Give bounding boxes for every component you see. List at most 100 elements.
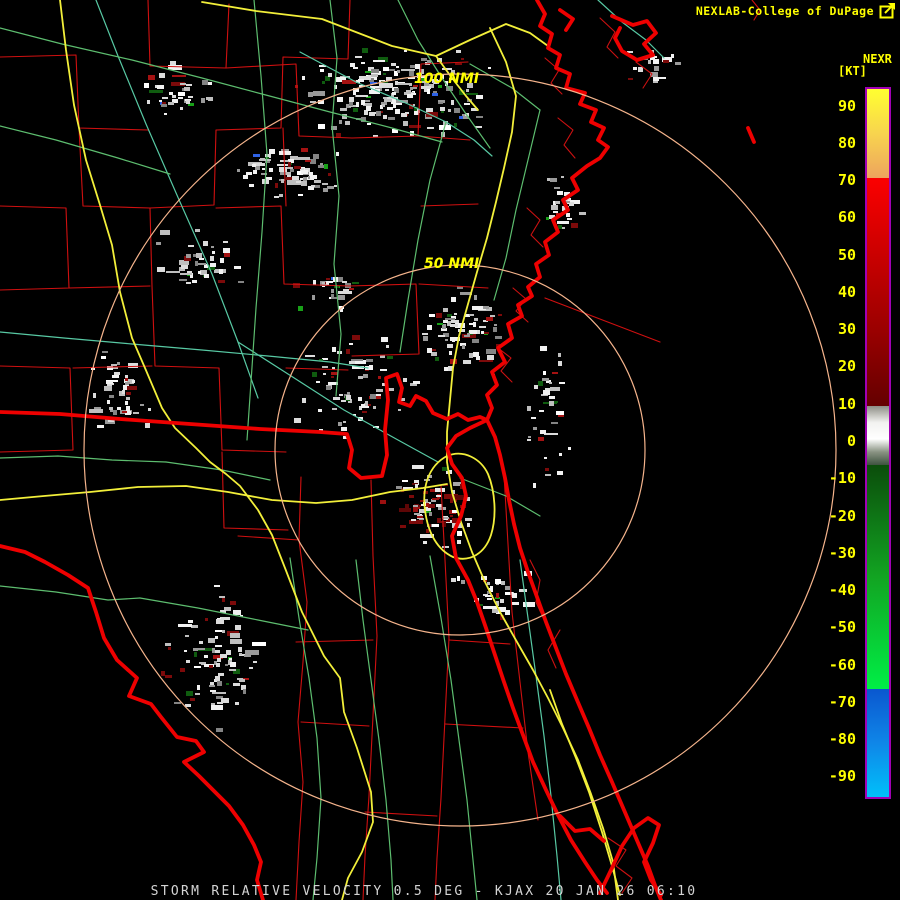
echo-pixel [147, 100, 150, 104]
echo-pixel [281, 179, 284, 183]
echo-pixel [293, 283, 300, 288]
echo-pixel [194, 666, 201, 668]
echo-pixel [253, 170, 257, 174]
echo-pixel [385, 89, 389, 91]
echo-pixel [545, 474, 551, 476]
echo-pixel [157, 267, 165, 272]
echo-pixel [180, 83, 186, 85]
echo-pixel [165, 675, 172, 678]
echo-pixel [551, 205, 558, 210]
road-yellow [201, 1, 549, 57]
echo-pixel [170, 61, 176, 65]
echo-pixel [157, 85, 164, 89]
echo-pixel [212, 692, 226, 694]
echo-pixel [479, 326, 486, 328]
echo-pixel [294, 418, 301, 423]
echo-pixel [397, 70, 400, 73]
echo-pixel [301, 170, 308, 174]
echo-pixel [172, 95, 176, 98]
coast-detail [635, 61, 653, 89]
echo-pixel [133, 412, 139, 414]
echo-pixel [382, 104, 385, 107]
echo-pixel [197, 685, 200, 690]
echo-pixel [423, 541, 427, 544]
echo-pixel [331, 376, 334, 378]
echo-pixel [312, 372, 317, 377]
echo-pixel [219, 596, 225, 598]
echo-pixel [328, 173, 331, 176]
echo-pixel [558, 225, 562, 229]
echo-pixel [159, 100, 162, 102]
echo-pixel [353, 67, 358, 69]
echo-pixel [356, 95, 368, 97]
echo-pixel [336, 133, 341, 137]
echo-pixel [106, 381, 113, 384]
echo-pixel [383, 67, 389, 71]
echo-pixel [174, 702, 181, 704]
echo-pixel [126, 397, 130, 400]
echo-pixel [403, 378, 407, 382]
echo-pixel [466, 93, 478, 95]
echo-pixel [540, 346, 547, 351]
echo-pixel [512, 593, 517, 598]
echo-pixel [469, 330, 477, 334]
echo-pixel [172, 75, 186, 77]
echo-pixel [358, 376, 363, 379]
echo-pixel [318, 409, 322, 412]
echo-pixel [199, 258, 204, 260]
state-coast-thick [0, 372, 489, 480]
echo-pixel [216, 663, 220, 667]
echo-pixel [473, 322, 476, 327]
echo-pixel [253, 154, 260, 157]
echo-pixel [331, 372, 338, 375]
echo-pixel [628, 78, 633, 80]
echo-pixel [166, 271, 180, 273]
echo-pixel [533, 483, 536, 488]
colorbar-tick: -60 [828, 655, 856, 674]
echo-pixel [217, 681, 222, 686]
echo-pixel [313, 280, 316, 285]
echo-pixel [396, 66, 399, 68]
echo-pixel [215, 636, 218, 639]
echo-pixel [301, 181, 307, 186]
echo-pixel [331, 289, 334, 293]
echo-pixel [161, 104, 167, 107]
echo-pixel [413, 381, 420, 384]
echo-pixel [554, 187, 560, 189]
echo-pixel [341, 427, 347, 431]
echo-pixel [128, 363, 138, 368]
echo-pixel [432, 524, 439, 527]
echo-pixel [427, 348, 432, 353]
road-green [289, 557, 322, 900]
road-yellow [446, 27, 619, 900]
state-coast-thick [485, 0, 610, 422]
echo-pixel [501, 581, 505, 585]
colorbar-segment [867, 439, 889, 466]
echo-pixel [451, 100, 454, 105]
echo-pixel [125, 401, 128, 405]
echo-pixel [487, 582, 490, 585]
echo-pixel [539, 410, 544, 412]
echo-pixel [437, 323, 443, 325]
echo-pixel [451, 578, 456, 582]
echo-pixel [363, 374, 368, 378]
echo-pixel [486, 349, 496, 354]
county-border [68, 285, 151, 289]
echo-pixel [451, 297, 456, 302]
echo-pixel [326, 281, 329, 285]
echo-pixel [483, 606, 497, 609]
echo-pixel [428, 504, 435, 508]
echo-pixel [399, 508, 411, 512]
echo-pixel [366, 106, 371, 111]
echo-pixel [305, 355, 315, 357]
echo-pixel [233, 683, 240, 686]
echo-pixel [397, 112, 400, 114]
road-green [493, 109, 541, 301]
echo-pixel [349, 102, 353, 106]
echo-pixel [303, 177, 307, 181]
colorbar-units-label: [KT] [838, 64, 867, 78]
echo-pixel [210, 256, 214, 261]
state-coast-thick [610, 14, 658, 62]
echo-pixel [220, 258, 224, 263]
echo-pixel [277, 164, 289, 166]
